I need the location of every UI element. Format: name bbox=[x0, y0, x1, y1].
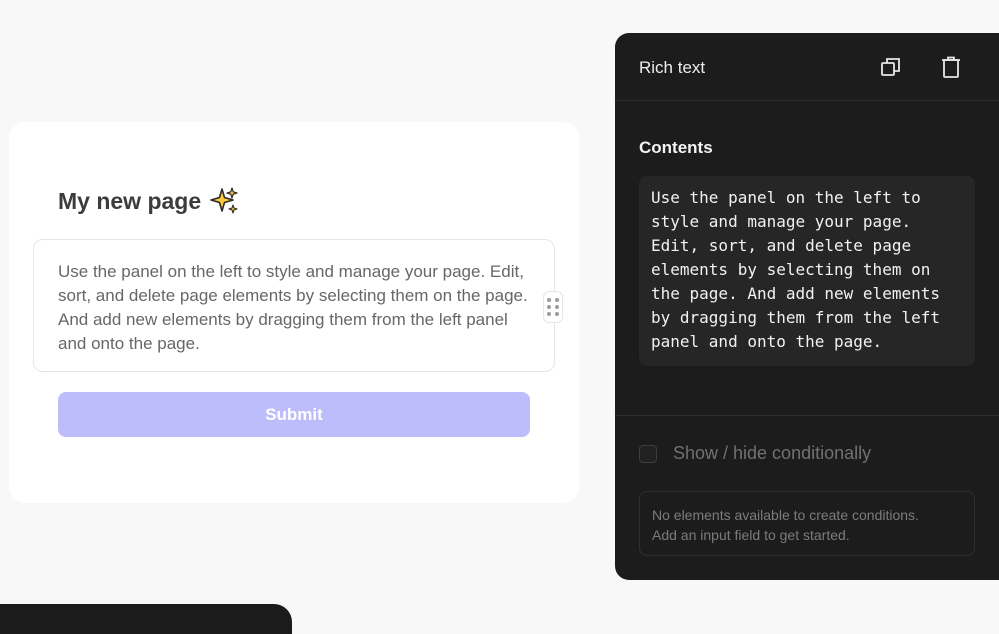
bottom-toolbar bbox=[0, 604, 292, 634]
page-card: My new page Use the panel on the left to… bbox=[9, 122, 579, 503]
trash-icon[interactable] bbox=[939, 55, 963, 79]
submit-button[interactable]: Submit bbox=[58, 392, 530, 437]
page-title[interactable]: My new page bbox=[58, 186, 239, 216]
conditional-visibility-toggle[interactable]: Show / hide conditionally bbox=[639, 443, 871, 464]
panel-divider bbox=[615, 415, 999, 416]
contents-textarea[interactable]: Use the panel on the left to style and m… bbox=[639, 176, 975, 366]
panel-title: Rich text bbox=[639, 58, 706, 77]
conditions-notice-line-2: Add an input field to get started. bbox=[652, 527, 850, 543]
contents-label: Contents bbox=[639, 138, 713, 157]
duplicate-icon[interactable] bbox=[879, 55, 903, 79]
element-settings-panel: Rich text Contents Use the panel on the … bbox=[615, 33, 999, 580]
sparkles-icon bbox=[209, 186, 239, 216]
drag-handle-icon[interactable] bbox=[543, 291, 563, 323]
conditions-notice-line-1: No elements available to create conditio… bbox=[652, 507, 919, 523]
panel-header: Rich text bbox=[615, 33, 999, 101]
conditions-notice: No elements available to create conditio… bbox=[639, 491, 975, 556]
rich-text-content: Use the panel on the left to style and m… bbox=[58, 262, 528, 353]
conditional-label: Show / hide conditionally bbox=[673, 443, 872, 463]
rich-text-block[interactable]: Use the panel on the left to style and m… bbox=[33, 239, 563, 372]
conditional-checkbox[interactable] bbox=[639, 444, 657, 463]
page-title-text: My new page bbox=[58, 187, 202, 214]
